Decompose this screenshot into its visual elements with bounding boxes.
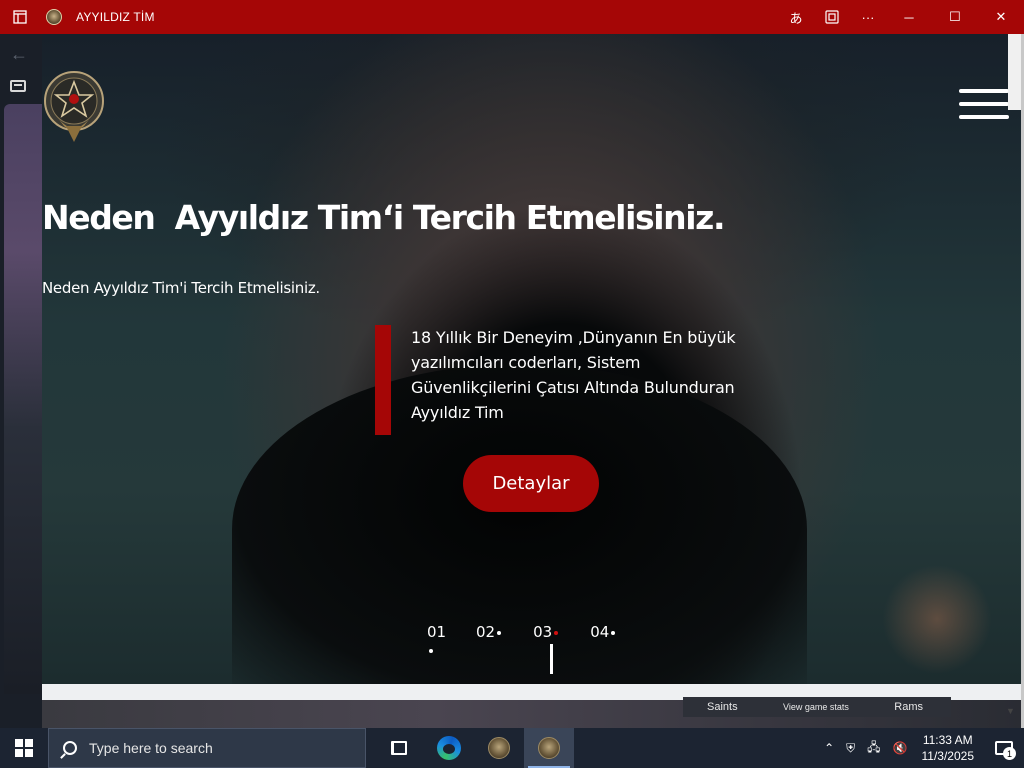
pinned-app-button[interactable] — [474, 728, 524, 768]
close-button[interactable]: ✕ — [978, 0, 1024, 34]
notifications-button[interactable]: 1 — [984, 728, 1024, 768]
window-title: AYYILDIZ TİM — [76, 10, 155, 24]
slide-dot-icon — [497, 630, 502, 635]
game-stats-link[interactable]: View game stats — [783, 702, 849, 712]
vertical-ellipsis-icon: ··· — [42, 128, 44, 146]
quote-accent-bar — [375, 325, 391, 435]
slide-navigation: 01 02 03 04 — [427, 623, 647, 659]
task-view-button[interactable] — [374, 728, 424, 768]
slide-dot-icon — [611, 630, 616, 635]
slide-dot-icon — [429, 648, 433, 653]
clock-time: 11:33 AM — [922, 733, 973, 747]
hamburger-menu-icon[interactable] — [959, 89, 1009, 123]
more-options-button[interactable]: ··· — [850, 0, 886, 34]
translate-button[interactable]: あ — [778, 0, 814, 34]
search-icon — [63, 741, 77, 755]
slide-tab-04[interactable]: 04 — [590, 623, 616, 659]
maximize-button[interactable]: ☐ — [932, 0, 978, 34]
minimize-button[interactable]: ─ — [886, 0, 932, 34]
edge-taskbar-button[interactable] — [424, 728, 474, 768]
windows-taskbar: Type here to search ⌃ ⛨ 🖧 🔇 11:33 AM 11/… — [0, 728, 1024, 768]
windows-logo-icon — [15, 739, 33, 757]
ellipsis-icon: ··· — [861, 9, 875, 25]
team-left-label: Saints — [707, 701, 738, 713]
slide-label: 02 — [476, 623, 496, 641]
app-side-rail: ← — [0, 34, 42, 728]
maximize-icon: ☐ — [949, 9, 961, 24]
scrollbar-top-segment[interactable] — [1008, 34, 1022, 110]
search-placeholder: Type here to search — [89, 740, 213, 756]
minimize-icon: ─ — [904, 9, 914, 25]
emblem-app-icon — [538, 737, 560, 759]
slide-tab-03[interactable]: 03 — [533, 623, 559, 659]
back-arrow-icon[interactable]: ← — [10, 44, 28, 65]
web-page-hero: ··· Neden Ayyıldız Tim‘i Tercih Etmelisi… — [42, 34, 1021, 684]
sidebar-icon — [13, 10, 27, 24]
sidebar-toggle-button[interactable] — [0, 0, 40, 34]
start-button[interactable] — [0, 728, 48, 768]
ayyildiz-app-taskbar-button[interactable] — [524, 728, 574, 768]
defender-warning-icon[interactable]: ⛨ — [846, 741, 855, 756]
network-icon[interactable]: 🖧 — [867, 738, 880, 759]
slide-dot-icon — [554, 630, 559, 635]
chevron-up-icon[interactable]: ⌃ — [824, 741, 834, 755]
light-glow — [882, 564, 992, 674]
edge-browser-icon — [437, 736, 461, 760]
slide-tab-01[interactable]: 01 — [427, 623, 447, 659]
volume-muted-icon[interactable]: 🔇 — [893, 741, 908, 755]
scroll-down-arrow-icon[interactable]: ▼ — [1006, 706, 1015, 716]
slide-label: 03 — [533, 623, 553, 641]
slide-tab-02[interactable]: 02 — [476, 623, 502, 659]
notification-badge: 1 — [1003, 747, 1016, 760]
emblem-app-icon — [488, 737, 510, 759]
cast-icon[interactable] — [10, 80, 26, 92]
sports-score-widget[interactable]: Saints View game stats Rams — [683, 697, 951, 717]
slide-label: 01 — [427, 623, 447, 641]
clock[interactable]: 11:33 AM 11/3/2025 — [922, 732, 975, 764]
app-available-button[interactable] — [814, 0, 850, 34]
hero-title: Neden Ayyıldız Tim‘i Tercih Etmelisiniz. — [42, 198, 726, 237]
system-tray: ⌃ ⛨ 🖧 🔇 11:33 AM 11/3/2025 1 — [818, 728, 1024, 768]
window-titlebar: AYYILDIZ TİM あ ··· ─ ☐ ✕ — [0, 0, 1024, 34]
active-slide-indicator — [550, 644, 553, 674]
app-install-icon — [825, 10, 839, 24]
details-button[interactable]: Detaylar — [463, 455, 599, 512]
hero-subtitle: Neden Ayyıldız Tim'i Tercih Etmelisiniz. — [42, 279, 320, 297]
site-logo[interactable] — [44, 68, 104, 144]
close-icon: ✕ — [995, 9, 1007, 24]
background-window-strip — [4, 104, 42, 694]
hero-quote: 18 Yıllık Bir Deneyim ,Dünyanın En büyük… — [411, 328, 736, 422]
clock-date: 11/3/2025 — [921, 749, 975, 763]
task-view-icon — [391, 741, 407, 755]
team-right-label: Rams — [894, 701, 923, 713]
site-favicon-icon — [46, 9, 62, 25]
taskbar-search-box[interactable]: Type here to search — [48, 728, 366, 768]
translate-icon: あ — [789, 10, 803, 26]
slide-label: 04 — [590, 623, 610, 641]
